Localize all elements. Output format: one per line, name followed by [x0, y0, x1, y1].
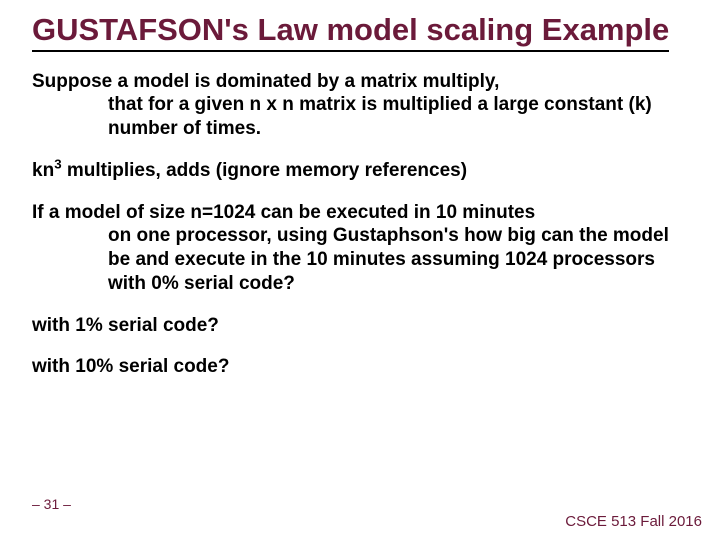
- superscript: 3: [54, 157, 61, 172]
- text: multiplies, adds (ignore memory referenc…: [62, 160, 467, 181]
- paragraph-question-10pct: with 10% serial code?: [32, 355, 688, 379]
- text: that for a given n x n matrix is multipl…: [70, 93, 688, 141]
- paragraph-intro: Suppose a model is dominated by a matrix…: [32, 70, 688, 141]
- slide-title: GUSTAFSON's Law model scaling Example: [32, 12, 669, 52]
- course-footer: CSCE 513 Fall 2016: [565, 513, 702, 530]
- text: If a model of size n=1024 can be execute…: [32, 202, 535, 223]
- slide: GUSTAFSON's Law model scaling Example Su…: [0, 0, 720, 540]
- slide-number: – 31 –: [32, 496, 71, 512]
- paragraph-question-0pct: If a model of size n=1024 can be execute…: [32, 201, 688, 296]
- text: kn: [32, 160, 54, 181]
- slide-body: Suppose a model is dominated by a matrix…: [32, 70, 688, 380]
- paragraph-complexity: kn3 multiplies, adds (ignore memory refe…: [32, 159, 688, 183]
- text: Suppose a model is dominated by a matrix…: [32, 71, 499, 92]
- text: on one processor, using Gustaphson's how…: [70, 224, 688, 295]
- paragraph-question-1pct: with 1% serial code?: [32, 314, 688, 338]
